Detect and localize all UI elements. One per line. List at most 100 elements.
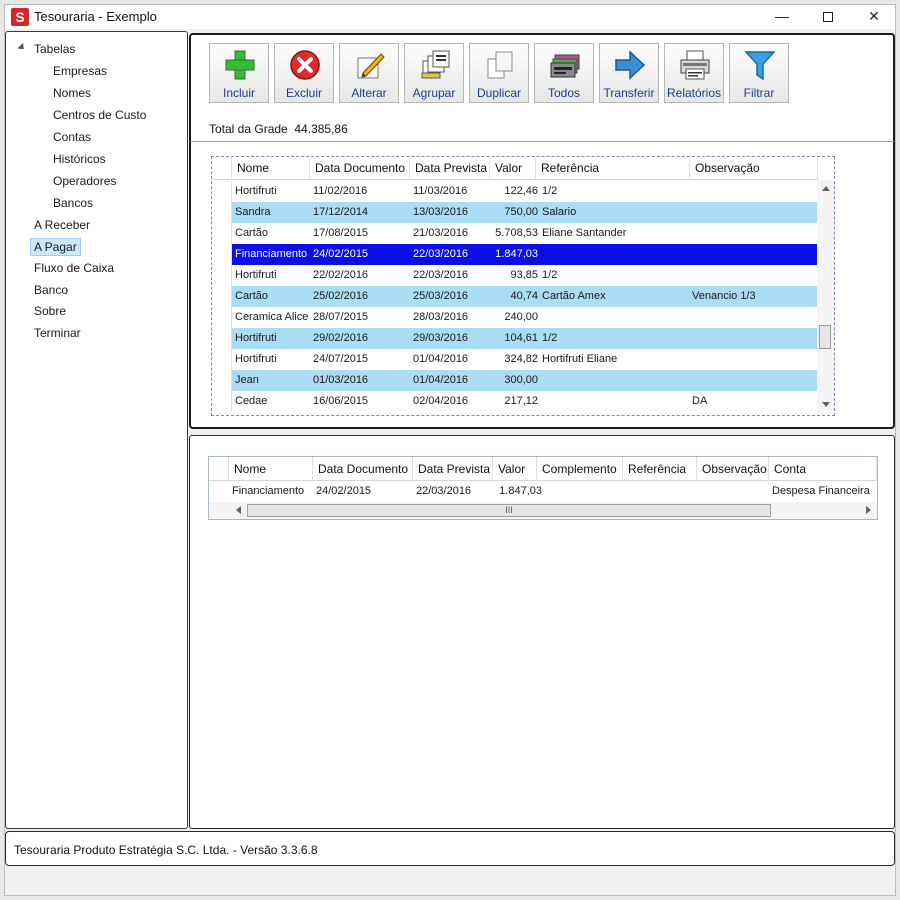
table-row[interactable]: Cartão 17/08/2015 21/03/2016 5.708,53 Eliane… bbox=[232, 223, 818, 244]
scroll-up-icon[interactable] bbox=[822, 186, 830, 191]
table-row[interactable]: Cedae 16/06/2015 02/04/2016 217,12 DA bbox=[232, 391, 818, 412]
column-header-data-documento[interactable]: Data Documento bbox=[310, 157, 410, 180]
scroll-left-icon[interactable] bbox=[236, 506, 241, 514]
scroll-thumb[interactable]: III bbox=[247, 504, 771, 517]
nav-item-a-receber[interactable]: A Receber bbox=[34, 218, 90, 232]
nav-item-fluxo-de-caixa[interactable]: Fluxo de Caixa bbox=[34, 261, 114, 275]
row-header[interactable] bbox=[212, 391, 232, 412]
button-label: Excluir bbox=[285, 86, 322, 100]
tree-item-bancos[interactable]: Bancos bbox=[53, 196, 93, 210]
column-header-valor[interactable]: Valor bbox=[493, 457, 537, 481]
tree-item-centros-de-custo[interactable]: Centros de Custo bbox=[53, 108, 146, 122]
table-cell bbox=[700, 481, 769, 502]
column-header-data-documento[interactable]: Data Documento bbox=[313, 457, 413, 481]
vertical-scrollbar[interactable] bbox=[817, 180, 834, 413]
table-row[interactable]: Hortifruti 24/07/2015 01/04/2016 324,82 Hort… bbox=[232, 349, 818, 370]
table-row[interactable]: Hortifruti 11/02/2016 11/03/2016 122,46 1/2 bbox=[232, 181, 818, 202]
table-row[interactable]: Hortifruti 22/02/2016 22/03/2016 93,85 1/2 bbox=[232, 265, 818, 286]
filtrar-button[interactable]: Filtrar bbox=[729, 43, 789, 103]
table-cell: 28/03/2016 bbox=[413, 311, 469, 323]
table-cell: Hortifruti bbox=[235, 185, 277, 197]
column-header-complemento[interactable]: Complemento bbox=[537, 457, 623, 481]
scroll-down-icon[interactable] bbox=[822, 402, 830, 407]
table-cell: Eliane Santander bbox=[542, 227, 627, 239]
agrupar-button[interactable]: Agrupar bbox=[404, 43, 464, 103]
relatorios-button[interactable]: Relatórios bbox=[664, 43, 724, 103]
column-header-nome[interactable]: Nome bbox=[232, 157, 310, 180]
table-cell bbox=[542, 244, 693, 265]
row-header[interactable] bbox=[212, 349, 232, 370]
duplicate-icon bbox=[484, 49, 516, 81]
todos-button[interactable]: Todos bbox=[534, 43, 594, 103]
column-header-observacao[interactable]: Observação bbox=[690, 157, 818, 180]
table-cell: 21/03/2016 bbox=[413, 227, 469, 239]
incluir-button[interactable]: Incluir bbox=[209, 43, 269, 103]
nav-item-sobre[interactable]: Sobre bbox=[34, 304, 66, 318]
grid-total-label: Total da Grade bbox=[209, 122, 288, 136]
table-row[interactable]: Hortifruti 29/02/2016 29/03/2016 104,61 1/2 bbox=[232, 328, 818, 349]
row-header[interactable] bbox=[212, 307, 232, 328]
tree-item-operadores[interactable]: Operadores bbox=[53, 174, 116, 188]
table-cell bbox=[692, 328, 817, 349]
tree-expand-icon[interactable] bbox=[17, 42, 27, 53]
column-header-valor[interactable]: Valor bbox=[490, 157, 536, 180]
column-header-conta[interactable]: Conta bbox=[769, 457, 877, 481]
tree-item-empresas[interactable]: Empresas bbox=[53, 64, 107, 78]
row-header[interactable] bbox=[212, 328, 232, 349]
table-cell: 13/03/2016 bbox=[413, 206, 469, 218]
table-cell: 01/04/2016 bbox=[413, 374, 469, 386]
table-cell: 24/02/2015 bbox=[313, 248, 369, 260]
table-row[interactable]: Ceramica Alice 28/07/2015 28/03/2016 240,00 bbox=[232, 307, 818, 328]
table-cell bbox=[542, 307, 693, 328]
alterar-button[interactable]: Alterar bbox=[339, 43, 399, 103]
table-cell: Hortifruti bbox=[235, 353, 277, 365]
scroll-right-icon[interactable] bbox=[866, 506, 871, 514]
table-cell: Venancio 1/3 bbox=[692, 290, 756, 302]
nav-item-terminar[interactable]: Terminar bbox=[34, 326, 81, 340]
table-row[interactable]: Cartão 25/02/2016 25/03/2016 40,74 Cartão Am… bbox=[232, 286, 818, 307]
table-cell: 24/07/2015 bbox=[313, 353, 369, 365]
row-header[interactable] bbox=[212, 370, 232, 391]
transferir-button[interactable]: Transferir bbox=[599, 43, 659, 103]
table-row[interactable]: Financiamento 24/02/2015 22/03/2016 1.847,0… bbox=[232, 244, 818, 265]
payables-grid[interactable]: Nome Data Documento Data Prevista Valor Refe… bbox=[211, 156, 835, 416]
title-bar[interactable]: S Tesouraria - Exemplo — ✕ bbox=[5, 5, 895, 29]
table-cell bbox=[542, 370, 693, 391]
column-header-referencia[interactable]: Referência bbox=[536, 157, 690, 180]
column-header-observacao[interactable]: Observação bbox=[697, 457, 769, 481]
duplicar-button[interactable]: Duplicar bbox=[469, 43, 529, 103]
button-label: Incluir bbox=[222, 86, 255, 100]
table-row[interactable]: Sandra 17/12/2014 13/03/2016 750,00 Salario bbox=[232, 202, 818, 223]
nav-item-banco[interactable]: Banco bbox=[34, 283, 68, 297]
row-header[interactable] bbox=[212, 286, 232, 307]
table-row[interactable]: Jean 01/03/2016 01/04/2016 300,00 bbox=[232, 370, 818, 391]
table-row[interactable]: Financiamento 24/02/2015 22/03/2016 1.847,0… bbox=[229, 481, 877, 501]
group-icon bbox=[419, 49, 451, 81]
detail-grid[interactable]: Nome Data Documento Data Prevista Valor Comp… bbox=[208, 456, 878, 520]
column-header-referencia[interactable]: Referência bbox=[623, 457, 697, 481]
minimize-button[interactable]: — bbox=[759, 5, 805, 29]
table-cell: Jean bbox=[235, 374, 259, 386]
table-cell: 324,82 bbox=[504, 353, 538, 365]
row-header[interactable] bbox=[212, 223, 232, 244]
column-header-data-prevista[interactable]: Data Prevista bbox=[413, 457, 493, 481]
close-button[interactable]: ✕ bbox=[851, 5, 897, 29]
scroll-thumb[interactable] bbox=[819, 325, 831, 349]
nav-item-a-pagar[interactable]: A Pagar bbox=[30, 237, 81, 256]
column-header-nome[interactable]: Nome bbox=[229, 457, 313, 481]
tree-item-historicos[interactable]: Históricos bbox=[53, 152, 106, 166]
tree-item-nomes[interactable]: Nomes bbox=[53, 86, 91, 100]
tree-item-tabelas[interactable]: Tabelas bbox=[34, 42, 75, 56]
table-cell: 1.847,03 bbox=[495, 248, 538, 260]
maximize-button[interactable] bbox=[805, 5, 851, 29]
horizontal-scrollbar[interactable]: III bbox=[209, 502, 877, 519]
column-header-data-prevista[interactable]: Data Prevista bbox=[410, 157, 490, 180]
row-header[interactable] bbox=[212, 265, 232, 286]
row-header[interactable] bbox=[212, 202, 232, 223]
row-header[interactable] bbox=[212, 181, 232, 202]
row-header[interactable] bbox=[212, 244, 232, 265]
maximize-icon bbox=[823, 12, 833, 23]
excluir-button[interactable]: Excluir bbox=[274, 43, 334, 103]
detail-grid-header: Nome Data Documento Data Prevista Valor Comp… bbox=[209, 457, 877, 481]
tree-item-contas[interactable]: Contas bbox=[53, 130, 91, 144]
